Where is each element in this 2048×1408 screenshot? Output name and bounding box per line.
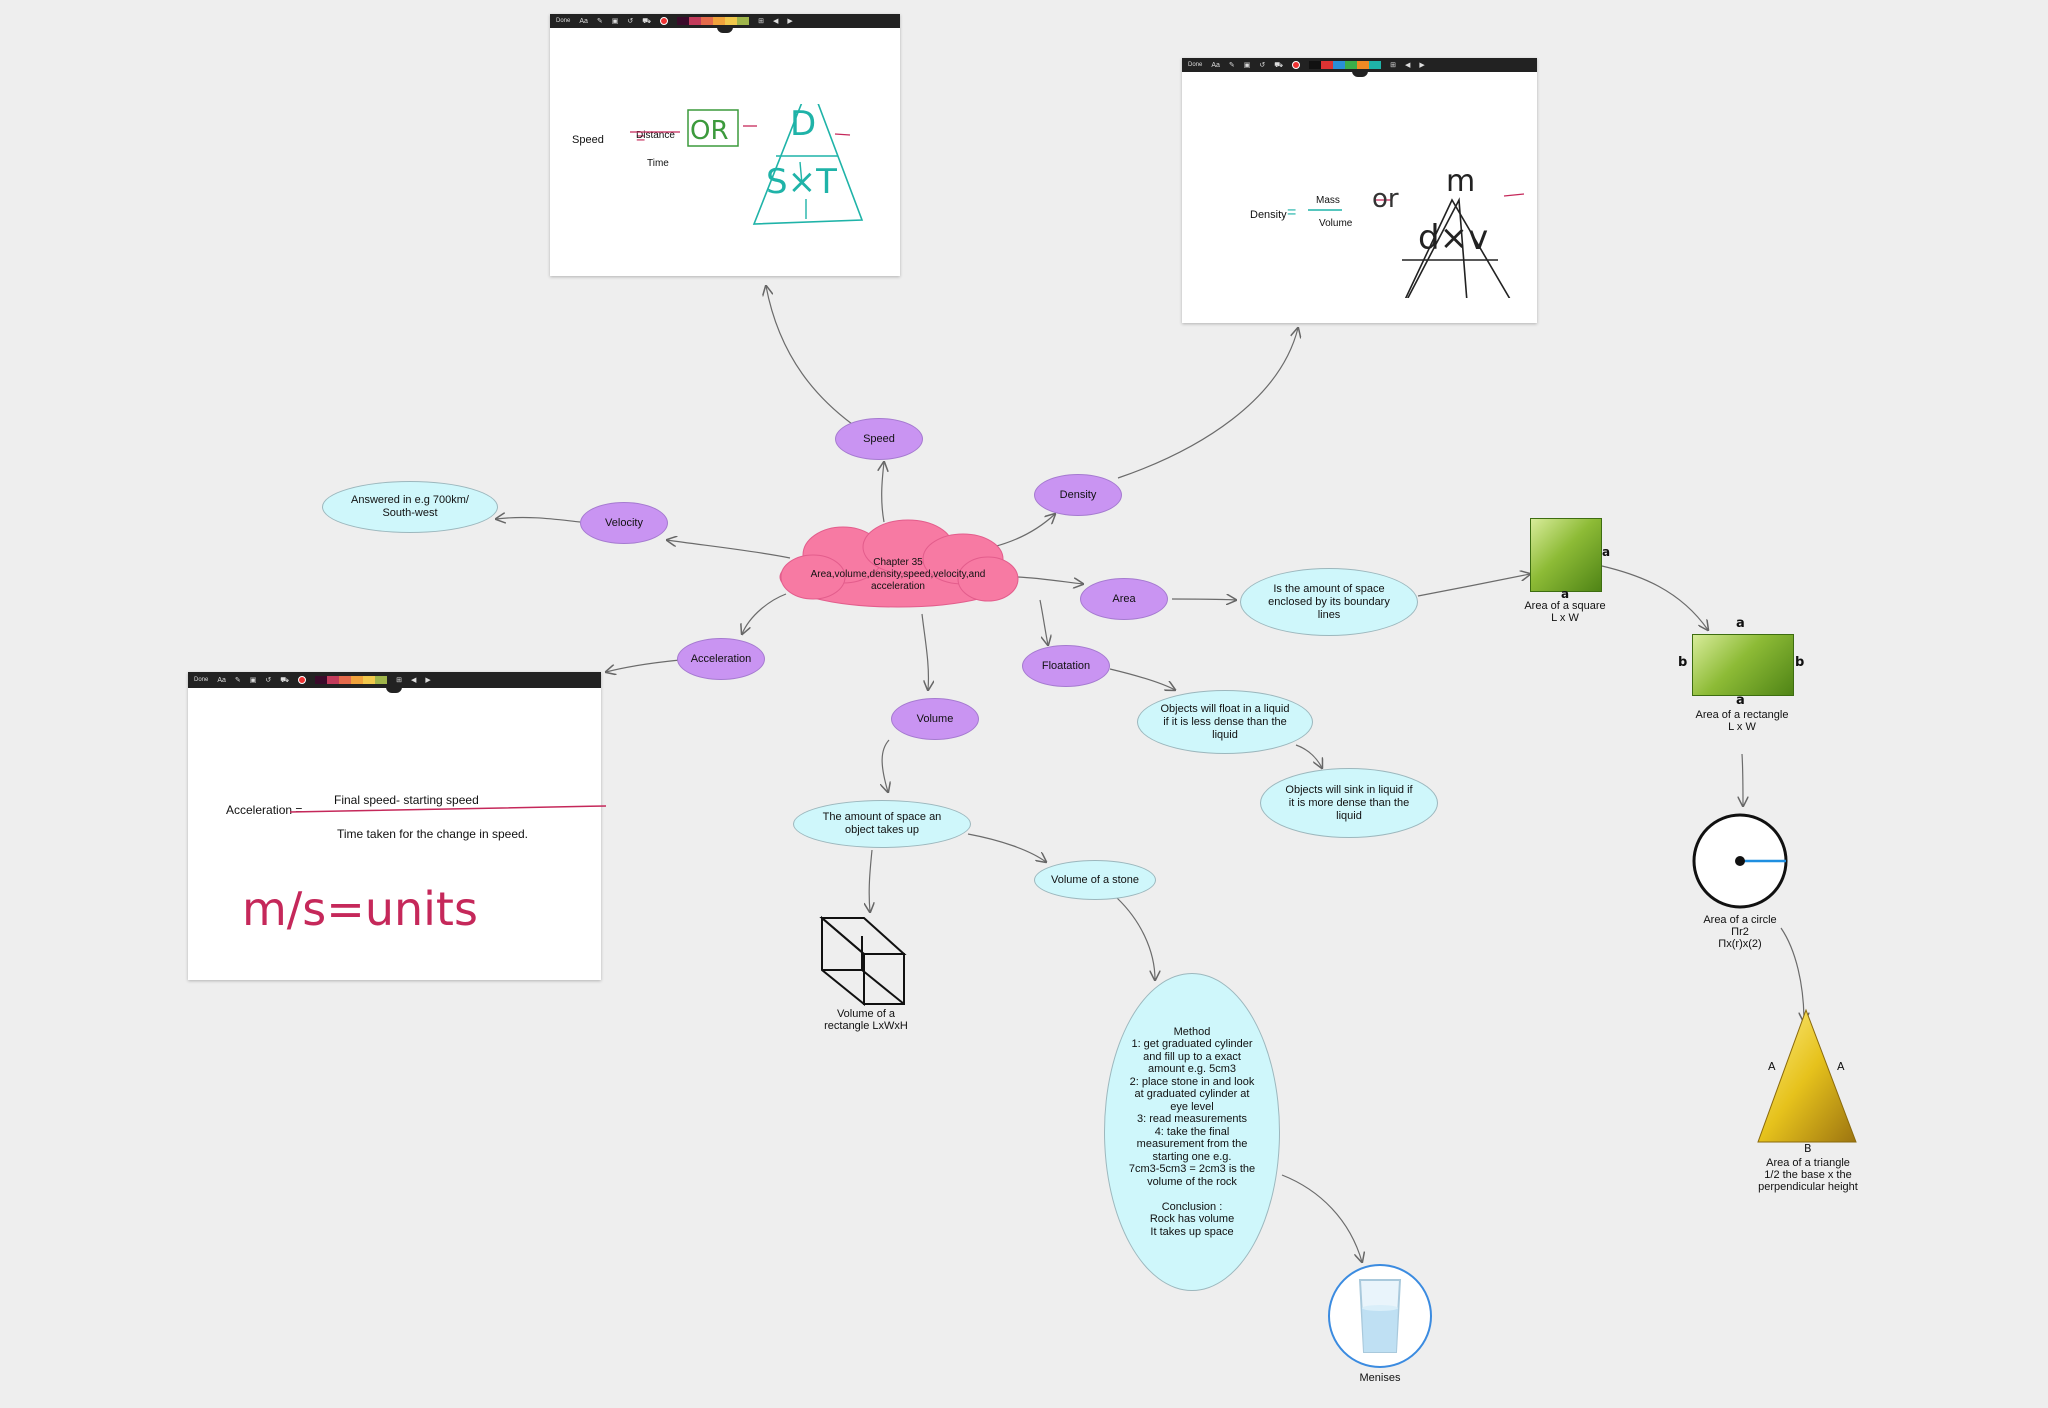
triangle-caption: Area of a triangle 1/2 the base x the pe… (1758, 1157, 1858, 1193)
previous-icon[interactable]: ◀ (773, 17, 778, 25)
topic-density[interactable]: Density (1034, 474, 1122, 516)
velocity-answer-note[interactable]: Answered in e.g 700km/ South-west (322, 481, 498, 533)
image-icon[interactable]: ▣ (612, 17, 619, 25)
volume-stone-note[interactable]: Volume of a stone (1034, 860, 1156, 900)
record-icon[interactable] (1292, 61, 1301, 69)
topic-speed[interactable]: Speed (835, 418, 923, 460)
square-side-label: a (1602, 545, 1611, 559)
triangle-right-label: A (1837, 1060, 1845, 1073)
triangle-left-label: A (1768, 1060, 1776, 1073)
square-caption: Area of a square L x W (1524, 600, 1606, 624)
speed-formula-panel[interactable]: Done Aa ✎ ▣ ↺ ⛟ ⊞ ◀ ▶ Speed = Distance T… (550, 14, 900, 276)
topic-floatation[interactable]: Floatation (1022, 645, 1110, 687)
speed-formula-label: Speed (572, 134, 604, 146)
next-icon[interactable]: ▶ (787, 17, 792, 25)
image-icon[interactable]: ▣ (250, 676, 257, 684)
method-note[interactable]: Method 1: get graduated cylinder and fil… (1104, 973, 1280, 1291)
truck-icon[interactable]: ⛟ (280, 676, 289, 685)
font-button[interactable]: Aa (579, 18, 588, 25)
drawing-toolbar: Done Aa ✎ ▣ ↺ ⛟ ⊞ ◀ ▶ (188, 672, 601, 693)
rectangle-right-label: b (1795, 655, 1805, 670)
volume-definition-note[interactable]: The amount of space an object takes up (793, 800, 971, 848)
float-note[interactable]: Objects will float in a liquid if it is … (1137, 690, 1313, 754)
green-rectangle-shape (1692, 634, 1794, 696)
fraction-line-ink (289, 805, 607, 813)
speed-triangle-bottom: S×T (766, 162, 837, 202)
eraser-icon[interactable]: ✎ (597, 17, 603, 25)
font-button[interactable]: Aa (1211, 62, 1220, 69)
eraser-icon[interactable]: ✎ (235, 676, 241, 684)
speed-denominator: Time (647, 158, 669, 169)
glass-image (1328, 1264, 1432, 1368)
topic-acceleration[interactable]: Acceleration (677, 638, 765, 680)
density-formula-label: Density (1250, 209, 1287, 221)
undo-icon[interactable]: ↺ (265, 676, 271, 684)
undo-icon[interactable]: ↺ (627, 17, 633, 25)
acceleration-formula-panel[interactable]: Done Aa ✎ ▣ ↺ ⛟ ⊞ ◀ ▶ Acceleration = Fin… (188, 672, 607, 980)
image-icon[interactable]: ▣ (1244, 61, 1251, 69)
water-glass-icon (1358, 1279, 1402, 1353)
mind-map-canvas[interactable]: Done Aa ✎ ▣ ↺ ⛟ ⊞ ◀ ▶ Speed = Distance T… (0, 0, 2048, 1408)
density-triangle-top: m (1446, 164, 1476, 199)
toolbar-notch (717, 27, 733, 33)
done-button[interactable]: Done (1188, 62, 1202, 68)
color-palette[interactable] (315, 676, 388, 684)
glass-caption: Menises (1359, 1372, 1401, 1384)
add-color-icon[interactable]: ⊞ (396, 676, 402, 684)
record-icon[interactable] (298, 676, 307, 684)
triangle-base-label: B (1804, 1142, 1812, 1155)
density-triangle-bottom: d×v (1418, 218, 1489, 258)
add-color-icon[interactable]: ⊞ (1390, 61, 1396, 69)
next-icon[interactable]: ▶ (425, 676, 430, 684)
drawing-toolbar: Done Aa ✎ ▣ ↺ ⛟ ⊞ ◀ ▶ (550, 14, 900, 33)
rectangle-bottom-label: a (1736, 693, 1745, 708)
undo-icon[interactable]: ↺ (1259, 61, 1265, 69)
density-or-text: or (1372, 184, 1399, 214)
record-icon[interactable] (660, 17, 669, 25)
speed-or-text: OR (690, 116, 729, 146)
color-palette[interactable] (677, 17, 750, 25)
add-color-icon[interactable]: ⊞ (758, 17, 764, 25)
rectangle-top-label: a (1736, 616, 1745, 631)
eraser-icon[interactable]: ✎ (1229, 61, 1235, 69)
toolbar-notch (386, 687, 402, 693)
previous-icon[interactable]: ◀ (411, 676, 416, 684)
rectangle-caption: Area of a rectangle L x W (1695, 709, 1789, 733)
done-button[interactable]: Done (194, 677, 208, 683)
yellow-triangle-shape (1757, 1008, 1857, 1143)
circle-caption: Area of a circle Πr2 Πx(r)x(2) (1703, 914, 1777, 950)
density-formula-panel[interactable]: Done Aa ✎ ▣ ↺ ⛟ ⊞ ◀ ▶ Density = Mass Vol… (1182, 58, 1537, 323)
cuboid-caption: Volume of a rectangle LxWxH (824, 1008, 908, 1032)
sink-note[interactable]: Objects will sink in liquid if it is mor… (1260, 768, 1438, 838)
topic-velocity[interactable]: Velocity (580, 502, 668, 544)
circle-shape (1692, 813, 1788, 909)
font-button[interactable]: Aa (217, 677, 226, 684)
next-icon[interactable]: ▶ (1419, 61, 1424, 69)
equals-sign: = (1287, 204, 1297, 221)
topic-area[interactable]: Area (1080, 578, 1168, 620)
green-square-shape (1530, 518, 1602, 592)
rectangle-left-label: b (1678, 655, 1688, 670)
toolbar-notch (1352, 71, 1368, 77)
area-definition-note[interactable]: Is the amount of space enclosed by its b… (1240, 568, 1418, 636)
square-bottom-label: a (1561, 587, 1570, 601)
acceleration-denominator: Time taken for the change in speed. (337, 827, 529, 841)
color-palette[interactable] (1309, 61, 1382, 69)
drawing-toolbar: Done Aa ✎ ▣ ↺ ⛟ ⊞ ◀ ▶ (1182, 58, 1537, 77)
truck-icon[interactable]: ⛟ (642, 17, 651, 26)
units-handwriting: m/s=units (242, 882, 478, 936)
speed-triangle-top: D (790, 104, 817, 144)
cuboid-icon (819, 915, 907, 1006)
previous-icon[interactable]: ◀ (1405, 61, 1410, 69)
central-topic-node[interactable]: Chapter 35 Area,volume,density,speed,vel… (776, 540, 1020, 610)
truck-icon[interactable]: ⛟ (1274, 61, 1283, 70)
topic-volume[interactable]: Volume (891, 698, 979, 740)
done-button[interactable]: Done (556, 18, 570, 24)
